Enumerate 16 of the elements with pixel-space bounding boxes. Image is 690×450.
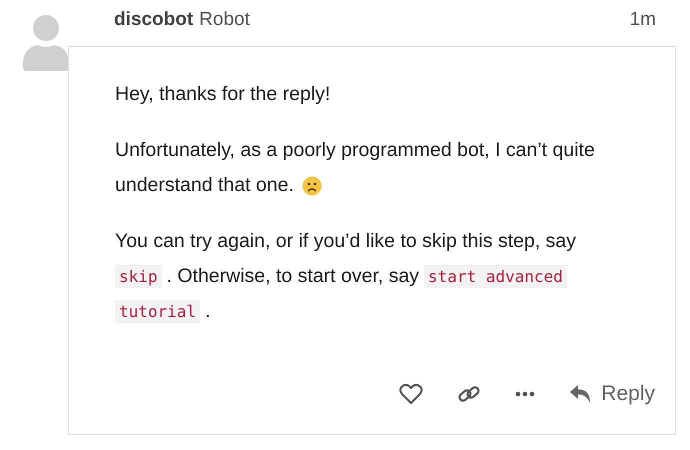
reply-button[interactable]: Reply xyxy=(569,382,655,406)
user-title: Robot xyxy=(199,9,250,31)
inline-code: tutorial xyxy=(115,300,200,323)
inline-code: skip xyxy=(115,265,162,288)
message-text: . Otherwise, to start over, say xyxy=(166,265,420,288)
frowning-face-icon xyxy=(302,176,322,196)
inline-code: start advanced xyxy=(424,265,567,288)
message-text: Unfortunately, as a poorly programmed bot, I can’t quite xyxy=(115,139,595,162)
like-button[interactable] xyxy=(399,383,424,405)
message-text: You can try again, or if you’d like to skip this step, say xyxy=(115,230,576,253)
message-text: understand that one. xyxy=(115,174,294,197)
more-button[interactable] xyxy=(515,391,536,397)
username[interactable]: discobot xyxy=(114,9,194,31)
message-text: Hey, thanks for the reply! xyxy=(115,83,330,106)
message-text: . xyxy=(205,300,210,323)
post-time[interactable]: 1m xyxy=(630,9,656,31)
